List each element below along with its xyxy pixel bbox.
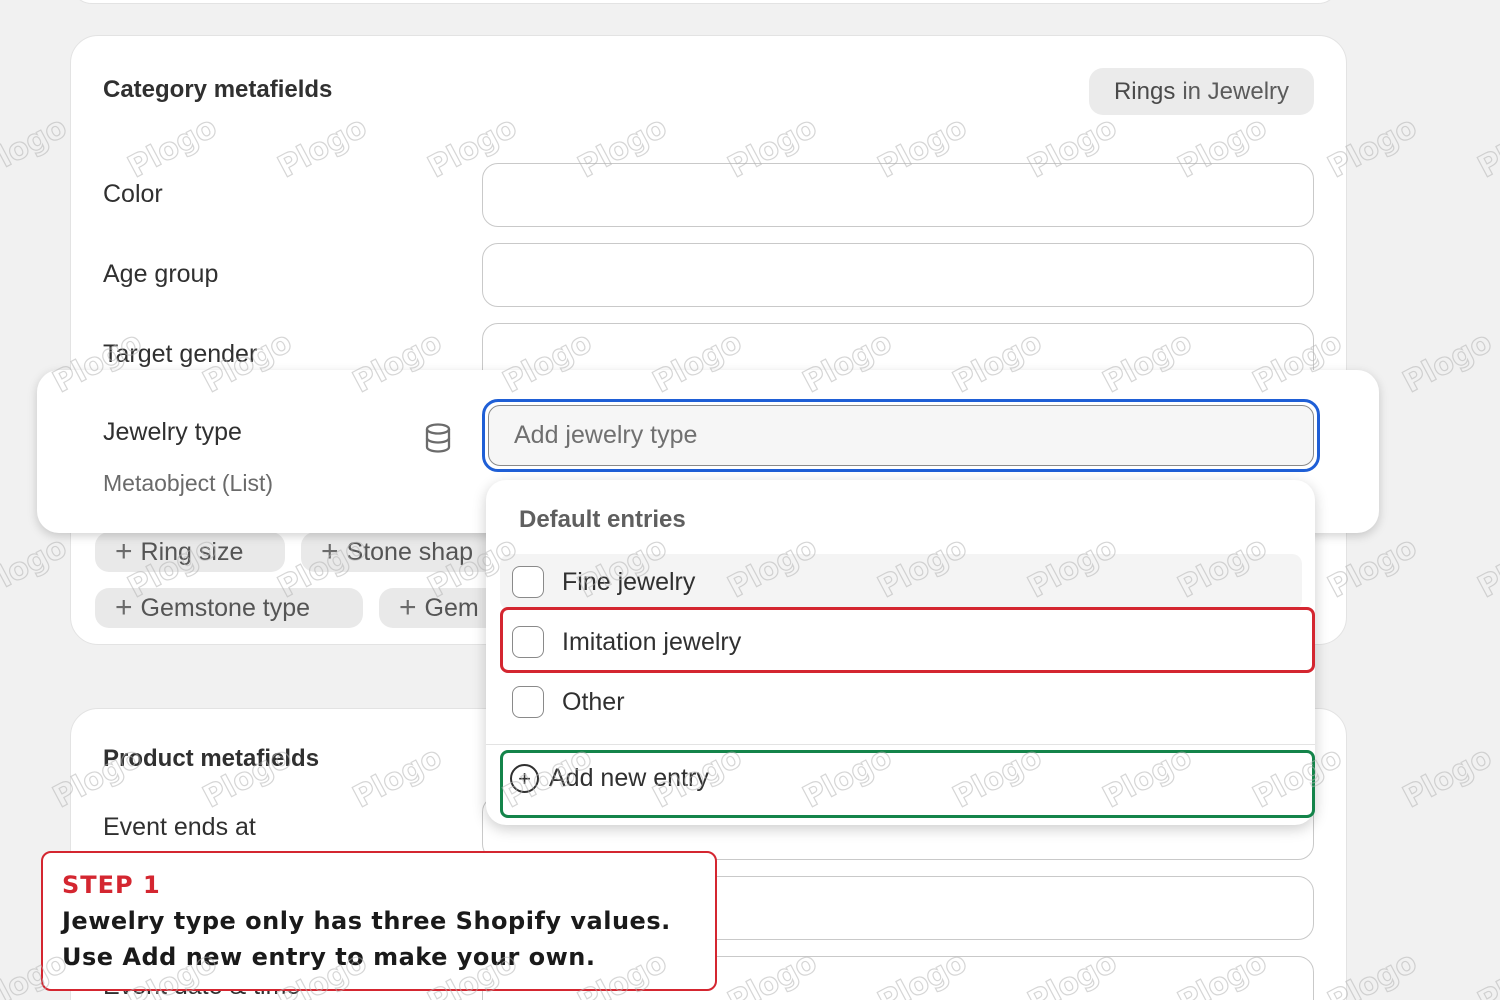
color-label: Color [103, 180, 163, 208]
add-ring-size-chip[interactable]: + Ring size [95, 532, 285, 572]
option-other[interactable]: Other [500, 674, 1302, 730]
option-label: Fine jewelry [562, 567, 696, 596]
event-ends-at-label: Event ends at [103, 813, 256, 841]
add-gem-chip[interactable]: + Gem [379, 588, 501, 628]
target-gender-label: Target gender [103, 340, 258, 368]
jewelry-type-input[interactable]: Add jewelry type [482, 399, 1320, 472]
watermark-text: Plogo [1397, 739, 1498, 816]
imitation-jewelry-highlight [500, 607, 1315, 673]
dropdown-divider [486, 744, 1315, 745]
watermark-text: Plogo [1472, 944, 1500, 1000]
category-badge[interactable]: Rings in Jewelry [1089, 68, 1314, 115]
default-entries-heading: Default entries [519, 506, 686, 533]
chip-label: Ring size [140, 537, 244, 566]
option-label: Other [562, 687, 625, 716]
jewelry-type-placeholder[interactable]: Add jewelry type [488, 405, 1314, 466]
add-gemstone-type-chip[interactable]: + Gemstone type [95, 588, 363, 628]
category-badge-parent: in Jewelry [1182, 77, 1290, 105]
product-metafields-title: Product metafields [103, 745, 320, 772]
previous-card-edge [70, 0, 1340, 4]
step-callout: STEP 1 Jewelry type only has three Shopi… [41, 851, 717, 991]
plus-icon: + [115, 535, 133, 568]
add-stone-shape-chip[interactable]: + Stone shap [301, 532, 501, 572]
jewelry-type-label: Jewelry type [103, 418, 242, 446]
category-metafields-title: Category metafields [103, 76, 333, 103]
step-number: STEP 1 [62, 871, 161, 899]
chip-label: Stone shap [346, 537, 474, 566]
chip-label: Gemstone type [140, 593, 311, 622]
add-new-entry-highlight [500, 750, 1315, 818]
watermark-text: Plogo [1472, 529, 1500, 606]
age-group-input[interactable] [482, 243, 1314, 307]
watermark-text: Plogo [1472, 109, 1500, 186]
step-line-2: Use Add new entry to make your own. [62, 943, 596, 971]
jewelry-type-sublabel: Metaobject (List) [103, 470, 274, 496]
step-line-1: Jewelry type only has three Shopify valu… [62, 907, 671, 935]
chip-label: Gem [424, 593, 479, 622]
plus-icon: + [115, 591, 133, 624]
checkbox[interactable] [512, 566, 544, 598]
plus-icon: + [321, 535, 339, 568]
option-fine-jewelry[interactable]: Fine jewelry [500, 554, 1302, 610]
checkbox[interactable] [512, 686, 544, 718]
watermark-text: Plogo [0, 109, 73, 186]
category-badge-name: Rings [1113, 77, 1176, 105]
age-group-label: Age group [103, 260, 219, 288]
database-icon [425, 423, 451, 453]
plus-icon: + [399, 591, 417, 624]
watermark-text: Plogo [0, 529, 73, 606]
watermark-text: Plogo [1397, 324, 1498, 401]
color-input[interactable] [482, 163, 1314, 227]
